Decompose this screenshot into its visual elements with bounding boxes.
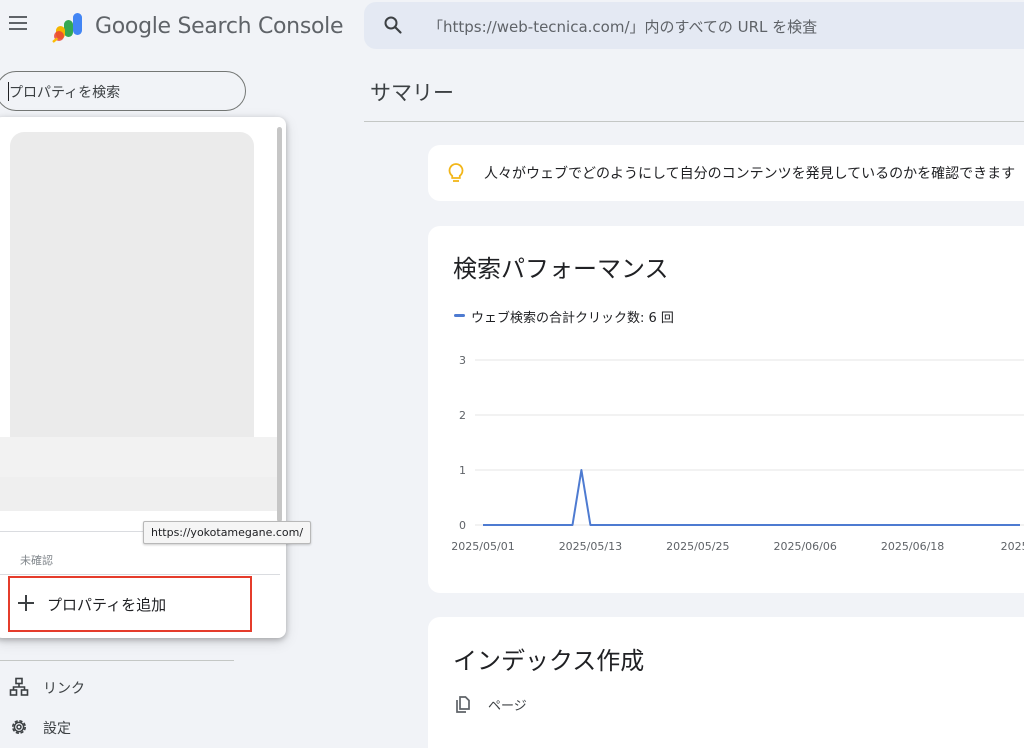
property-search-placeholder: プロパティを検索	[9, 85, 121, 101]
dropdown-scrollbar[interactable]	[277, 127, 282, 522]
indexing-card: インデックス作成 ページ	[428, 617, 1024, 748]
series-line	[483, 469, 1020, 526]
x-tick-label: 2025/06/18	[881, 540, 944, 553]
add-property-button[interactable]: プロパティを追加	[8, 576, 252, 632]
hamburger-menu-icon[interactable]	[9, 16, 29, 32]
sidebar-item-label: 設定	[43, 721, 71, 737]
pages-label: ページ	[488, 699, 527, 714]
y-tick-label: 3	[459, 354, 466, 367]
sidebar-item-links[interactable]: リンク	[0, 668, 230, 704]
links-icon	[9, 677, 29, 696]
search-console-logo	[52, 13, 82, 43]
divider	[0, 660, 234, 661]
pages-link[interactable]: ページ	[452, 693, 652, 717]
divider	[364, 121, 1024, 122]
sidebar-item-label: リンク	[43, 681, 85, 697]
x-tick-label: 2025/06/06	[773, 540, 836, 553]
property-list-row[interactable]	[0, 477, 280, 511]
legend-label: ウェブ検索の合計クリック数: 6 回	[471, 311, 674, 326]
x-tick-label: 2025/05/13	[559, 540, 622, 553]
y-tick-label: 2	[459, 409, 466, 422]
x-tick-label: 2025/05/01	[451, 540, 514, 553]
page-title: サマリー	[370, 81, 454, 105]
indexing-title[interactable]: インデックス作成	[453, 641, 644, 676]
performance-card: 検索パフォーマンス ウェブ検索の合計クリック数: 6 回 0 1 2 3 2025/05…	[428, 226, 1024, 593]
url-inspection-search-bar[interactable]: 「https://web-tecnica.com/」内のすべての URL を検査	[364, 2, 1024, 49]
sidebar-item-settings[interactable]: 設定	[0, 708, 230, 744]
pages-icon	[456, 696, 470, 713]
text-caret	[8, 82, 9, 101]
search-icon	[384, 16, 402, 34]
search-input[interactable]: 「https://web-tecnica.com/」内のすべての URL を検査	[428, 16, 817, 37]
unverified-section-label: 未確認	[20, 554, 53, 567]
y-tick-label: 0	[459, 519, 466, 532]
add-property-label: プロパティを追加	[47, 596, 167, 614]
divider	[0, 574, 280, 575]
tip-card: 人々がウェブでどのようにして自分のコンテンツを発見しているのかを確認できます	[428, 145, 1024, 201]
settings-icon	[12, 720, 26, 734]
performance-chart[interactable]: 0 1 2 3 2025/05/01 2025/05/13 2025/05/25 2025/0…	[428, 336, 1024, 566]
app-title: Google Search Console	[95, 14, 344, 39]
y-tick-label: 1	[459, 464, 466, 477]
property-list-row[interactable]	[0, 437, 280, 477]
tip-text: 人々がウェブでどのようにして自分のコンテンツを発見しているのかを確認できます	[484, 166, 1016, 182]
performance-title[interactable]: 検索パフォーマンス	[453, 249, 669, 284]
property-dropdown: 未確認 プロパティを追加	[0, 117, 286, 638]
property-url-tooltip: https://yokotamegane.com/	[143, 521, 312, 544]
x-tick-label: 2025/05/25	[666, 540, 729, 553]
legend-swatch	[454, 314, 465, 317]
plus-icon	[18, 595, 34, 611]
lightbulb-icon	[448, 163, 464, 182]
x-tick-label: 2025/0	[1001, 540, 1024, 553]
property-search-input[interactable]: プロパティを検索	[0, 71, 246, 111]
